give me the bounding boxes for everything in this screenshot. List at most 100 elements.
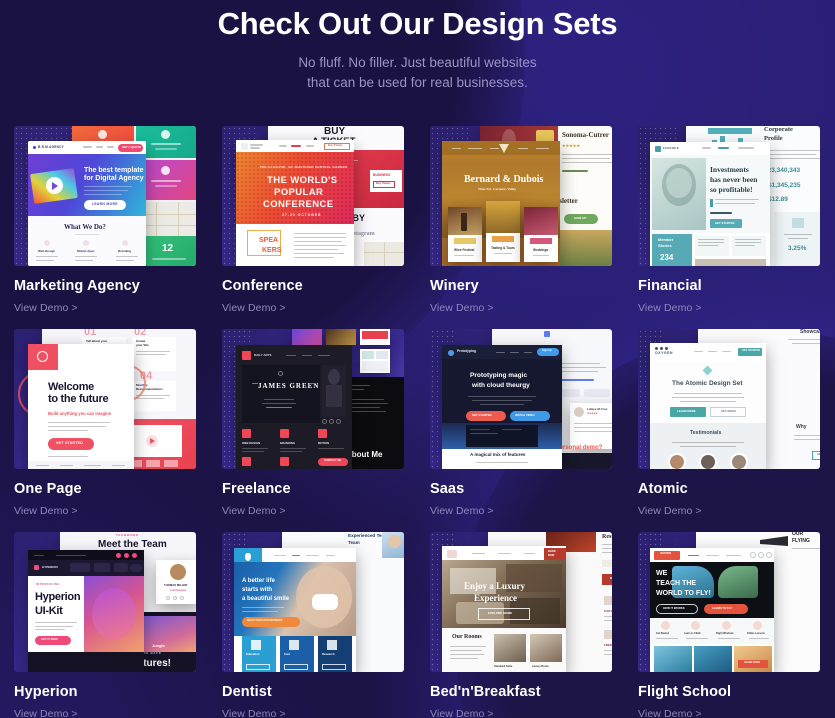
- preview-logo: B.R.M.AGENCY: [38, 144, 64, 149]
- card-title: Atomic: [638, 481, 688, 497]
- preview-headline: The Atomic Design Set: [672, 380, 743, 387]
- hero-section: Check Out Our Design Sets No fluff. No f…: [0, 0, 835, 93]
- preview-button[interactable]: MAKE YOUR APPOINTMENT: [247, 619, 282, 623]
- preview-back-heading: Meet the Team: [98, 539, 167, 550]
- card-title: Flight School: [638, 684, 732, 700]
- card-title: Hyperion: [14, 684, 78, 700]
- design-set-card-winery[interactable]: Sonoma-Cutrer ★★★★★ Newsletter SIGN UP B…: [430, 126, 612, 316]
- preview-stat-number: 234: [660, 253, 674, 262]
- page-title: Check Out Our Design Sets: [217, 6, 618, 41]
- thumbnail-atomic[interactable]: Showcase Why GET MORE: [638, 329, 820, 469]
- design-set-card-freelance[interactable]: About Me DAILY ARTS JAMES GREEN WEB DESI…: [222, 329, 404, 519]
- preview-card-button[interactable]: LEARN MORE: [744, 661, 760, 665]
- hero-subtitle-line2: that can be used for real businesses.: [307, 75, 528, 90]
- preview-back-heading: Restaurant: [602, 534, 612, 540]
- view-demo-link[interactable]: View Demo >: [430, 504, 494, 518]
- view-demo-link[interactable]: View Demo >: [14, 707, 78, 718]
- preview-back-button[interactable]: BOOK A TABLE: [610, 576, 612, 580]
- design-set-card-saas[interactable]: Lafaye M Cruz ★★★★★ personal demo? Proto…: [430, 329, 612, 519]
- preview-back-kicker: TEAMWORK: [116, 533, 139, 537]
- preview-logo: AVIATION: [660, 552, 672, 555]
- preview-section-heading: A magical mix of features: [470, 452, 526, 457]
- view-demo-link[interactable]: View Demo >: [638, 301, 702, 315]
- view-demo-link[interactable]: View Demo >: [14, 301, 78, 315]
- card-title: One Page: [14, 481, 82, 497]
- design-set-card-conference[interactable]: BUY A TICKET BUSINESS BUSINESS Buy Ticke…: [222, 126, 404, 316]
- preview-cta[interactable]: GET STARTED: [742, 349, 760, 353]
- view-demo-link[interactable]: View Demo >: [14, 504, 78, 518]
- card-title: Conference: [222, 278, 303, 294]
- view-demo-link[interactable]: View Demo >: [222, 504, 286, 518]
- preview-button[interactable]: EXPLORE MORE: [488, 611, 512, 615]
- preview-headline-2: with cloud theurgy: [472, 382, 530, 389]
- preview-back-heading: Sonoma-Cutrer: [562, 131, 609, 139]
- preview-headline-2: POPULAR: [274, 187, 324, 198]
- thumbnail-one-page[interactable]: 01 02 Tell about your business Create yo…: [14, 329, 196, 469]
- card-title: Marketing Agency: [14, 278, 140, 294]
- preview-logo: FINANCE: [663, 145, 680, 150]
- thumbnail-saas[interactable]: Lafaye M Cruz ★★★★★ personal demo? Proto…: [430, 329, 612, 469]
- preview-headline-2: TEACH THE: [656, 580, 697, 587]
- preview-headline-1: Hyperion: [35, 591, 81, 603]
- view-demo-link[interactable]: View Demo >: [638, 707, 702, 718]
- preview-section-heading: Testimonials: [690, 430, 722, 436]
- design-set-card-financial[interactable]: Corporate Profile $23,340,343 $1,345,235…: [638, 126, 820, 316]
- preview-logo: DAILY ARTS: [254, 352, 272, 357]
- preview-kicker: INTRODUCING: [36, 583, 60, 586]
- preview-back-button[interactable]: GET MORE: [817, 453, 820, 456]
- design-set-card-atomic[interactable]: Showcase Why GET MORE: [638, 329, 820, 519]
- thumbnail-flight-school[interactable]: OUR FLYING ALL COURSES: [638, 532, 820, 672]
- preview-back-heading-1: Corporate: [764, 126, 793, 133]
- preview-logo: OXYGEN: [655, 351, 674, 355]
- thumbnail-winery[interactable]: Sonoma-Cutrer ★★★★★ Newsletter SIGN UP B…: [430, 126, 612, 266]
- view-demo-link[interactable]: View Demo >: [430, 301, 494, 315]
- thumbnail-marketing-agency[interactable]: 12 B.R.M.AGENCY GET A QUOTE The best tem…: [14, 126, 196, 266]
- preview-button[interactable]: GET STARTED: [715, 221, 735, 225]
- design-set-card-hyperion[interactable]: TEAMWORK Meet the Team THOMAS MILLER Lea…: [14, 532, 196, 718]
- preview-button[interactable]: CONTACT ME: [324, 460, 341, 463]
- preview-headline-3: WORLD TO FLY!: [656, 590, 711, 597]
- preview-back-heading-2: FLYING: [792, 538, 810, 544]
- preview-headline-3: CONFERENCE: [263, 199, 334, 210]
- preview-button[interactable]: GET IT NOW: [41, 638, 58, 641]
- preview-back-button[interactable]: SIGN UP: [574, 216, 586, 220]
- design-set-card-bed-n-breakfast[interactable]: Restaurant BOOK A TABLE CAR RENTAL: [430, 532, 612, 718]
- view-demo-link[interactable]: View Demo >: [222, 301, 286, 315]
- preview-cta[interactable]: Sign Up: [542, 349, 552, 353]
- thumbnail-bed-n-breakfast[interactable]: Restaurant BOOK A TABLE CAR RENTAL: [430, 532, 612, 672]
- hero-subtitle: No fluff. No filler. Just beautiful webs…: [0, 53, 835, 93]
- preview-back-heading-1: OUR: [792, 532, 804, 537]
- preview-headline-2: UI-Kit: [35, 605, 63, 617]
- thumbnail-freelance[interactable]: About Me DAILY ARTS JAMES GREEN WEB DESI…: [222, 329, 404, 469]
- card-title: Freelance: [222, 481, 291, 497]
- card-title: Financial: [638, 278, 702, 294]
- view-demo-link[interactable]: View Demo >: [638, 504, 702, 518]
- thumbnail-conference[interactable]: BUY A TICKET BUSINESS BUSINESS Buy Ticke…: [222, 126, 404, 266]
- thumbnail-dentist[interactable]: Experienced Team Team Michael Harrisson …: [222, 532, 404, 672]
- preview-headline-2: has never been: [710, 175, 758, 184]
- thumbnail-hyperion[interactable]: TEAMWORK Meet the Team THOMAS MILLER Lea…: [14, 532, 196, 672]
- preview-button[interactable]: LEARN MORE: [92, 202, 118, 207]
- design-set-card-marketing-agency[interactable]: 12 B.R.M.AGENCY GET A QUOTE The best tem…: [14, 126, 196, 316]
- view-demo-link[interactable]: View Demo >: [222, 707, 286, 718]
- preview-headline-3: a beautiful smile: [242, 596, 290, 602]
- preview-headline-3: so profitable!: [710, 185, 753, 194]
- preview-back-feature-2: FREE WI-FI: [604, 643, 612, 647]
- design-set-card-one-page[interactable]: 01 02 Tell about your business Create yo…: [14, 329, 196, 519]
- card-title: Dentist: [222, 684, 272, 700]
- design-set-card-flight-school[interactable]: OUR FLYING ALL COURSES: [638, 532, 820, 718]
- preview-headline-1: Investments: [710, 165, 749, 174]
- view-demo-link[interactable]: View Demo >: [430, 707, 494, 718]
- preview-button[interactable]: GET STARTED: [56, 441, 83, 446]
- preview-kicker: THE 24-SILVER, 4th WHATEVER CENTRAL GARD…: [260, 165, 348, 169]
- preview-headline-1: Welcome: [48, 381, 94, 393]
- page-root: Check Out Our Design Sets No fluff. No f…: [0, 0, 835, 718]
- design-set-card-dentist[interactable]: Experienced Team Team Michael Harrisson …: [222, 532, 404, 718]
- preview-member-name: THOMAS MILLER: [164, 583, 188, 587]
- preview-tagline: Build anything you can imagine: [48, 411, 112, 416]
- preview-headline-1: A better life: [242, 578, 275, 584]
- preview-headline-2: starts with: [242, 587, 273, 593]
- thumbnail-financial[interactable]: Corporate Profile $23,340,343 $1,345,235…: [638, 126, 820, 266]
- preview-logo: HYPERION: [42, 565, 58, 569]
- preview-cta[interactable]: Buy Tickets: [328, 144, 343, 148]
